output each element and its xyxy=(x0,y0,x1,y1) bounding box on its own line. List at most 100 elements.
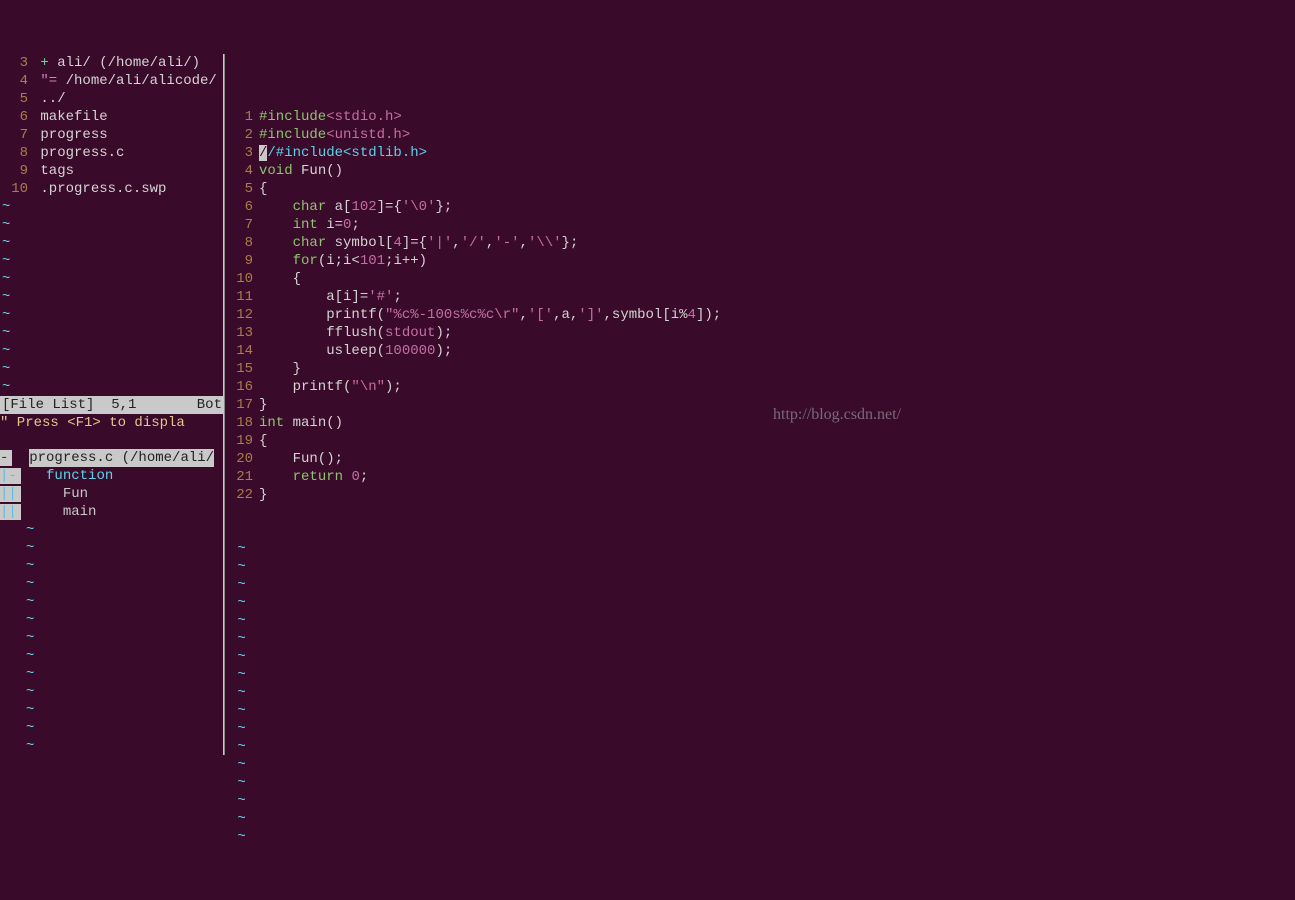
file-list-row[interactable]: 9 tags xyxy=(0,162,224,180)
code-text[interactable]: int i=0; xyxy=(259,216,360,234)
empty-line: ~ xyxy=(24,593,224,611)
code-text[interactable]: #include<unistd.h> xyxy=(259,126,410,144)
code-text[interactable]: { xyxy=(259,270,301,288)
file-list-row[interactable]: 4 "= /home/ali/alicode/ xyxy=(0,72,224,90)
code-line[interactable]: 2 #include<unistd.h> xyxy=(225,126,1295,144)
taglist-row[interactable]: || Fun xyxy=(0,485,224,503)
code-line[interactable]: 4 void Fun() xyxy=(225,162,1295,180)
code-text[interactable]: int main() xyxy=(259,414,343,432)
code-line[interactable]: 16 printf("\n"); xyxy=(225,378,1295,396)
line-number: 12 xyxy=(225,306,259,324)
empty-line: ~ xyxy=(24,701,224,719)
code-text[interactable]: } xyxy=(259,396,267,414)
empty-line: ~ xyxy=(225,648,1295,666)
empty-line: ~ xyxy=(225,576,1295,594)
code-line[interactable]: 18 int main() xyxy=(225,414,1295,432)
file-list-row[interactable]: 3 + ali/ (/home/ali/) xyxy=(0,54,224,72)
watermark-text: http://blog.csdn.net/ xyxy=(773,406,901,424)
empty-line: ~ xyxy=(24,611,224,629)
empty-line: ~ xyxy=(24,737,224,755)
code-line[interactable]: 13 fflush(stdout); xyxy=(225,324,1295,342)
code-line[interactable]: 11 a[i]='#'; xyxy=(225,288,1295,306)
empty-line: ~ xyxy=(0,216,224,234)
file-list-item[interactable]: makefile xyxy=(32,108,108,126)
code-line[interactable]: 20 Fun(); xyxy=(225,450,1295,468)
file-list-item[interactable]: ../ xyxy=(32,90,66,108)
file-list-panel[interactable]: 3 + ali/ (/home/ali/)4 "= /home/ali/alic… xyxy=(0,54,224,198)
code-line[interactable]: 9 for(i;i<101;i++) xyxy=(225,252,1295,270)
line-number: 6 xyxy=(225,198,259,216)
file-list-row[interactable]: 7 progress xyxy=(0,126,224,144)
code-line[interactable]: 3 //#include<stdlib.h> xyxy=(225,144,1295,162)
status-name: [File List] xyxy=(2,396,94,414)
code-text[interactable]: char a[102]={'\0'}; xyxy=(259,198,452,216)
taglist-panel[interactable]: - progress.c (/home/ali/|- function|| Fu… xyxy=(0,449,224,521)
line-number: 7 xyxy=(225,216,259,234)
file-list-item[interactable]: progress xyxy=(32,126,108,144)
code-text[interactable]: printf("\n"); xyxy=(259,378,402,396)
code-line[interactable]: 5 { xyxy=(225,180,1295,198)
code-line[interactable]: 12 printf("%c%-100s%c%c\r",'[',a,']',sym… xyxy=(225,306,1295,324)
code-line[interactable]: 19 { xyxy=(225,432,1295,450)
code-line[interactable]: 6 char a[102]={'\0'}; xyxy=(225,198,1295,216)
empty-line: ~ xyxy=(225,738,1295,756)
file-list-item[interactable]: tags xyxy=(32,162,74,180)
empty-line: ~ xyxy=(0,252,224,270)
code-text[interactable]: usleep(100000); xyxy=(259,342,452,360)
file-list-item[interactable]: "= /home/ali/alicode/ xyxy=(32,72,217,90)
code-text[interactable]: } xyxy=(259,486,267,504)
empty-line: ~ xyxy=(0,234,224,252)
file-list-row[interactable]: 5 ../ xyxy=(0,90,224,108)
taglist-row[interactable]: || main xyxy=(0,503,224,521)
code-text[interactable]: { xyxy=(259,180,267,198)
file-list-item[interactable]: .progress.c.swp xyxy=(32,180,166,198)
code-text[interactable]: { xyxy=(259,432,267,450)
empty-line: ~ xyxy=(24,719,224,737)
code-line[interactable]: 21 return 0; xyxy=(225,468,1295,486)
help-message: " Press <F1> to displa xyxy=(0,414,224,432)
empty-line: ~ xyxy=(225,774,1295,792)
empty-line: ~ xyxy=(225,666,1295,684)
line-number: 10 xyxy=(225,270,259,288)
code-line[interactable]: 22 } xyxy=(225,486,1295,504)
status-where: Bot xyxy=(197,396,222,414)
code-text[interactable]: #include<stdio.h> xyxy=(259,108,402,126)
code-line[interactable]: 1 #include<stdio.h> xyxy=(225,108,1295,126)
code-text[interactable]: void Fun() xyxy=(259,162,343,180)
code-line[interactable]: 7 int i=0; xyxy=(225,216,1295,234)
empty-line: ~ xyxy=(0,342,224,360)
code-line[interactable]: 8 char symbol[4]={'|','/','-','\\'}; xyxy=(225,234,1295,252)
file-list-item[interactable]: progress.c xyxy=(32,144,124,162)
code-text[interactable]: printf("%c%-100s%c%c\r",'[',a,']',symbol… xyxy=(259,306,721,324)
code-text[interactable]: for(i;i<101;i++) xyxy=(259,252,427,270)
code-pane[interactable]: 1 #include<stdio.h>2 #include<unistd.h>3… xyxy=(225,54,1295,755)
file-list-row[interactable]: 10 .progress.c.swp xyxy=(0,180,224,198)
empty-line: ~ xyxy=(24,683,224,701)
taglist-row[interactable]: |- function xyxy=(0,467,224,485)
file-list-row[interactable]: 6 makefile xyxy=(0,108,224,126)
code-line[interactable]: 15 } xyxy=(225,360,1295,378)
code-text[interactable]: Fun(); xyxy=(259,450,343,468)
code-text[interactable]: return 0; xyxy=(259,468,368,486)
file-list-status: [File List] 5,1 Bot xyxy=(0,396,224,414)
code-line[interactable]: 17 } xyxy=(225,396,1295,414)
taglist-header: - progress.c (/home/ali/ xyxy=(0,449,224,467)
empty-line: ~ xyxy=(225,828,1295,846)
file-list-row[interactable]: 8 progress.c xyxy=(0,144,224,162)
line-number: 20 xyxy=(225,450,259,468)
line-number: 3 xyxy=(225,144,259,162)
status-pos: 5,1 xyxy=(111,396,136,414)
code-text[interactable]: char symbol[4]={'|','/','-','\\'}; xyxy=(259,234,578,252)
line-number: 6 xyxy=(0,108,32,126)
line-number: 9 xyxy=(225,252,259,270)
empty-line: ~ xyxy=(225,612,1295,630)
code-text[interactable]: } xyxy=(259,360,301,378)
code-text[interactable]: fflush(stdout); xyxy=(259,324,452,342)
code-line[interactable]: 10 { xyxy=(225,270,1295,288)
empty-line: ~ xyxy=(225,702,1295,720)
code-line[interactable]: 14 usleep(100000); xyxy=(225,342,1295,360)
code-text[interactable]: a[i]='#'; xyxy=(259,288,402,306)
file-list-item[interactable]: + ali/ (/home/ali/) xyxy=(32,54,200,72)
code-text[interactable]: //#include<stdlib.h> xyxy=(259,144,427,162)
line-number: 3 xyxy=(0,54,32,72)
